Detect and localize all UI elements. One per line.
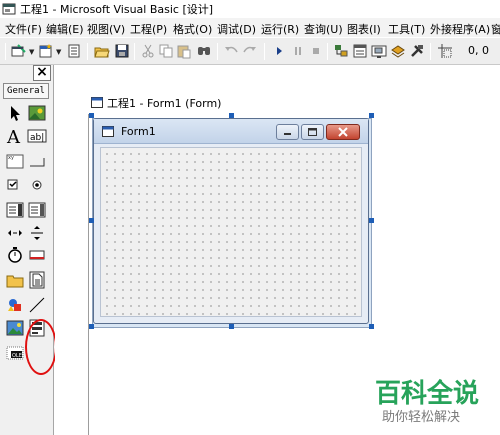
- start-icon[interactable]: [270, 42, 288, 60]
- add-form-icon[interactable]: [37, 42, 55, 60]
- resize-handle-right[interactable]: [369, 218, 374, 223]
- highlight-circle: [25, 319, 57, 375]
- watermark-slogan: 助你轻松解决: [382, 410, 461, 425]
- filelistbox-tool-icon[interactable]: [27, 270, 47, 290]
- shape-tool-icon[interactable]: [5, 295, 25, 315]
- menu-run[interactable]: 运行(R): [261, 21, 299, 37]
- vb-app-icon: [2, 2, 16, 15]
- menu-edit[interactable]: 编辑(E): [46, 21, 84, 37]
- form1-titlebar[interactable]: Form1: [94, 119, 368, 144]
- menu-view[interactable]: 视图(V): [87, 21, 125, 37]
- toolbox-panel: × General A ab| xy OLE: [0, 65, 57, 435]
- toolbox-close-button[interactable]: ×: [33, 65, 51, 81]
- undo-icon[interactable]: [222, 42, 240, 60]
- toolbox-icon[interactable]: [408, 42, 426, 60]
- svg-text:ab|: ab|: [30, 133, 44, 143]
- menu-window[interactable]: 窗: [491, 21, 500, 37]
- menu-debug[interactable]: 调试(D): [217, 21, 256, 37]
- resize-handle-top-right[interactable]: [369, 113, 374, 118]
- picturebox-tool-icon[interactable]: [27, 103, 47, 123]
- textbox-tool-icon[interactable]: ab|: [27, 126, 47, 146]
- menu-query[interactable]: 查询(U): [304, 21, 343, 37]
- form1-title: Form1: [121, 125, 156, 138]
- menu-bar: 文件(F) 编辑(E) 视图(V) 工程(P) 格式(O) 调试(D) 运行(R…: [0, 18, 500, 37]
- copy-icon[interactable]: [157, 42, 175, 60]
- form1-icon: [102, 126, 114, 137]
- close-button[interactable]: [326, 124, 360, 140]
- optionbutton-tool-icon[interactable]: [27, 175, 47, 195]
- end-icon[interactable]: [307, 42, 325, 60]
- resize-handle-top[interactable]: [229, 113, 234, 118]
- title-bar: 工程1 - Microsoft Visual Basic [设计]: [0, 0, 500, 18]
- form-layout-icon[interactable]: [370, 42, 388, 60]
- toolbar-separator: [87, 43, 88, 60]
- menu-format[interactable]: 格式(O): [173, 21, 212, 37]
- toolbox-tab-general[interactable]: General: [3, 83, 49, 99]
- image-tool-icon[interactable]: [5, 318, 25, 338]
- vscrollbar-tool-icon[interactable]: [27, 223, 47, 243]
- ole-tool-icon[interactable]: OLE: [5, 343, 25, 363]
- add-project-icon[interactable]: [10, 42, 28, 60]
- project-window-title: 工程1 - Form1 (Form): [107, 97, 222, 110]
- maximize-button[interactable]: [301, 124, 324, 140]
- drivelistbox-tool-icon[interactable]: [27, 245, 47, 265]
- label-tool-icon[interactable]: A: [5, 126, 25, 146]
- resize-handle-bottom-right[interactable]: [369, 324, 374, 329]
- listbox-tool-icon[interactable]: [27, 200, 47, 220]
- pointer-tool-icon[interactable]: [5, 103, 25, 123]
- combobox-tool-icon[interactable]: [5, 200, 25, 220]
- menu-addins[interactable]: 外接程序(A): [430, 21, 490, 37]
- menu-project[interactable]: 工程(P): [130, 21, 167, 37]
- dirlistbox-tool-icon[interactable]: [5, 270, 25, 290]
- save-project-icon[interactable]: [113, 42, 131, 60]
- checkbox-tool-icon[interactable]: [5, 175, 25, 195]
- paste-icon[interactable]: [175, 42, 193, 60]
- object-browser-icon[interactable]: [389, 42, 407, 60]
- toolbar-grip: [5, 43, 6, 60]
- position-readout: 0, 0: [468, 44, 489, 57]
- toolbar-separator: [217, 43, 218, 60]
- resize-handle-top-left[interactable]: [89, 113, 94, 118]
- find-icon[interactable]: [195, 42, 213, 60]
- properties-window-icon[interactable]: [351, 42, 369, 60]
- minimize-button[interactable]: [276, 124, 299, 140]
- line-tool-icon[interactable]: [27, 295, 47, 315]
- toolbar-separator: [264, 43, 265, 60]
- menu-editor-icon[interactable]: [65, 42, 83, 60]
- menu-file[interactable]: 文件(F): [5, 21, 42, 37]
- position-icon: [436, 42, 454, 60]
- cut-icon[interactable]: [139, 42, 157, 60]
- toolbar-separator: [430, 43, 431, 60]
- hscrollbar-tool-icon[interactable]: [5, 223, 25, 243]
- open-project-icon[interactable]: [93, 42, 111, 60]
- toolbar-separator: [327, 43, 328, 60]
- add-form-dropdown-icon[interactable]: ▼: [56, 47, 61, 57]
- redo-icon[interactable]: [241, 42, 259, 60]
- toolbar-separator: [134, 43, 135, 60]
- standard-toolbar: ▼ ▼ 0, 0: [0, 37, 500, 65]
- add-project-dropdown-icon[interactable]: ▼: [29, 47, 34, 57]
- window-title: 工程1 - Microsoft Visual Basic [设计]: [20, 3, 214, 16]
- svg-text:A: A: [6, 127, 21, 146]
- project-explorer-icon[interactable]: [332, 42, 350, 60]
- break-icon[interactable]: [289, 42, 307, 60]
- menu-diagram[interactable]: 图表(I): [347, 21, 381, 37]
- form-window-icon: [91, 97, 103, 108]
- watermark-logo-text: 百科全说: [375, 379, 480, 409]
- form1-window[interactable]: Form1: [93, 118, 369, 324]
- timer-tool-icon[interactable]: [5, 245, 25, 265]
- resize-handle-left[interactable]: [89, 218, 94, 223]
- resize-handle-bottom-left[interactable]: [89, 324, 94, 329]
- menu-tools[interactable]: 工具(T): [388, 21, 425, 37]
- resize-handle-bottom[interactable]: [229, 324, 234, 329]
- form1-grid-canvas[interactable]: [100, 147, 362, 317]
- svg-text:xy: xy: [8, 155, 14, 161]
- commandbutton-tool-icon[interactable]: [27, 151, 47, 171]
- project-window-titlebar[interactable]: 工程1 - Form1 (Form): [88, 92, 500, 114]
- frame-tool-icon[interactable]: xy: [5, 151, 25, 171]
- svg-text:OLE: OLE: [12, 353, 22, 359]
